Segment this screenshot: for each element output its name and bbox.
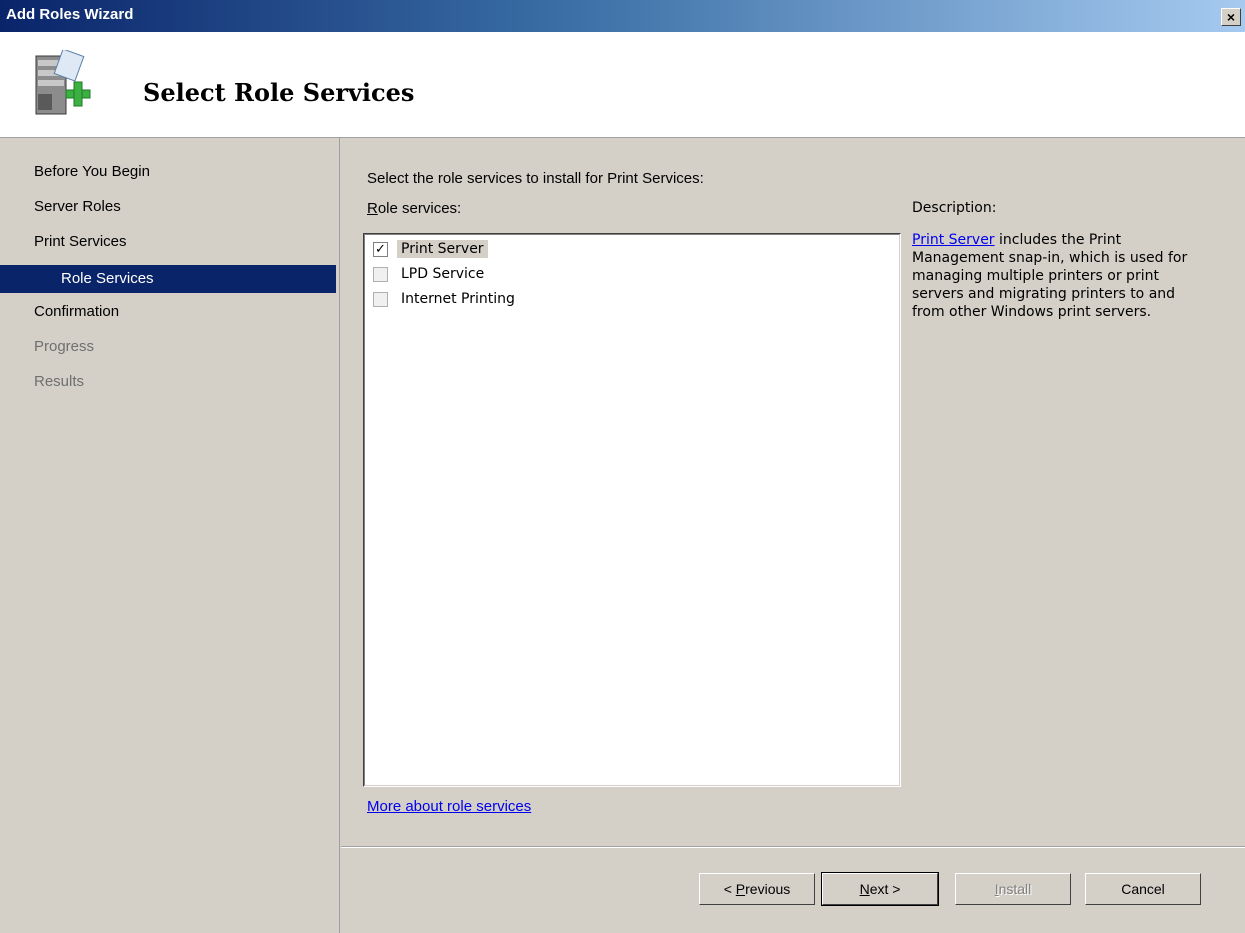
role-services-list[interactable]: ✓ Print Server LPD Service Internet Prin… bbox=[363, 233, 901, 787]
nav-item-print-services[interactable]: Print Services bbox=[0, 228, 336, 256]
print-server-link[interactable]: Print Server bbox=[912, 232, 995, 248]
install-button: Install bbox=[955, 873, 1071, 905]
previous-button[interactable]: < Previous bbox=[699, 873, 815, 905]
internet-printing-label[interactable]: Internet Printing bbox=[397, 290, 519, 308]
description-title: Description: bbox=[912, 200, 997, 216]
button-separator bbox=[341, 846, 1245, 848]
page-title: Select Role Services bbox=[143, 78, 415, 107]
close-button[interactable]: × bbox=[1221, 8, 1241, 26]
role-services-list-inner: ✓ Print Server LPD Service Internet Prin… bbox=[364, 234, 900, 786]
wizard-steps-nav: Before You Begin Server Roles Print Serv… bbox=[0, 138, 340, 933]
close-icon: × bbox=[1226, 9, 1236, 25]
next-button[interactable]: Next > bbox=[821, 872, 939, 906]
role-services-label: Role services: bbox=[367, 200, 462, 217]
list-item-internet-printing[interactable]: Internet Printing bbox=[373, 288, 519, 310]
lpd-service-label[interactable]: LPD Service bbox=[397, 265, 488, 283]
nav-item-before-you-begin[interactable]: Before You Begin bbox=[0, 158, 336, 186]
nav-item-server-roles[interactable]: Server Roles bbox=[0, 193, 336, 221]
instruction-text: Select the role services to install for … bbox=[367, 170, 704, 187]
window-title: Add Roles Wizard bbox=[6, 6, 134, 23]
more-about-role-services-link[interactable]: More about role services bbox=[367, 798, 531, 815]
nav-item-confirmation[interactable]: Confirmation bbox=[0, 298, 336, 326]
wizard-header: Select Role Services bbox=[0, 32, 1245, 138]
title-bar: Add Roles Wizard × bbox=[0, 0, 1245, 32]
nav-item-role-services[interactable]: Role Services bbox=[0, 265, 336, 293]
server-add-icon bbox=[35, 50, 91, 115]
print-server-label[interactable]: Print Server bbox=[397, 240, 488, 258]
cancel-button[interactable]: Cancel bbox=[1085, 873, 1201, 905]
list-item-print-server[interactable]: ✓ Print Server bbox=[373, 238, 488, 260]
nav-item-results: Results bbox=[34, 373, 85, 390]
description-text: Print Server includes the Print Manageme… bbox=[912, 231, 1212, 321]
nav-item-progress: Progress bbox=[34, 338, 95, 355]
list-item-lpd-service[interactable]: LPD Service bbox=[373, 263, 488, 285]
lpd-service-checkbox[interactable] bbox=[373, 266, 388, 282]
print-server-checkbox[interactable]: ✓ bbox=[373, 241, 388, 257]
internet-printing-checkbox[interactable] bbox=[373, 291, 388, 307]
